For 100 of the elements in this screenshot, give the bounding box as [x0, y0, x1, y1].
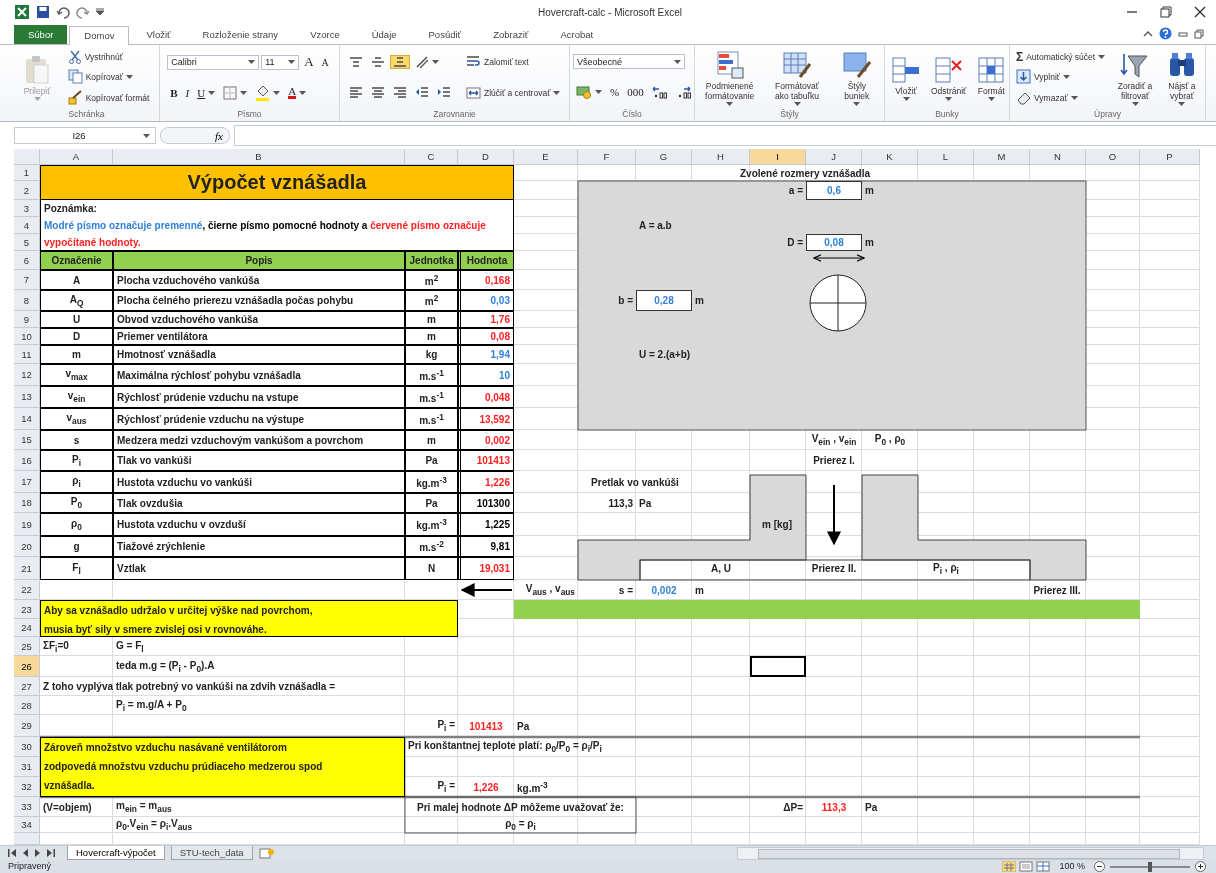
row-header[interactable]: 10	[14, 328, 40, 345]
help-icon[interactable]	[1159, 27, 1172, 40]
format-button[interactable]: A	[318, 54, 332, 70]
row-header[interactable]: 31	[14, 757, 40, 777]
format-button[interactable]: B	[167, 84, 181, 101]
ribbon-button[interactable]: Zoradiť a filtrovať	[1112, 47, 1158, 108]
ribbon-button[interactable]: Odstrániť	[928, 52, 970, 103]
format-button[interactable]: %	[607, 84, 623, 100]
column-header[interactable]: A	[40, 149, 113, 165]
ribbon-button[interactable]: Podmienené formátovanie	[698, 47, 762, 108]
row-header[interactable]: 26	[14, 656, 40, 677]
ribbon-button[interactable]: Kopírovať	[64, 67, 136, 87]
ribbon-button[interactable]: Vyplniť	[1013, 67, 1074, 87]
row-header[interactable]: 12	[14, 364, 40, 386]
column-header[interactable]: L	[918, 149, 974, 165]
column-header[interactable]: E	[514, 149, 578, 165]
ribbon-button[interactable]: Vymazať	[1013, 88, 1081, 108]
row-header[interactable]: 24	[14, 619, 40, 637]
page-break-icon[interactable]	[1036, 861, 1051, 872]
ribbon-tab[interactable]: Acrobat	[545, 25, 609, 44]
row-header[interactable]: 15	[14, 430, 40, 450]
row-header[interactable]: 9	[14, 311, 40, 328]
format-button[interactable]: I	[182, 84, 193, 101]
row-header[interactable]: 21	[14, 557, 40, 580]
ribbon-tab[interactable]: Domov	[69, 26, 130, 45]
row-header[interactable]: 2	[14, 181, 40, 200]
column-header[interactable]: H	[692, 149, 750, 165]
ribbon-button[interactable]: Formátovať ako tabuľku	[765, 47, 829, 108]
name-box[interactable]: I26	[14, 127, 156, 144]
ribbon-button[interactable]: Vystrihnúť	[64, 47, 126, 66]
row-header[interactable]: 29	[14, 715, 40, 737]
ribbon-tab[interactable]: Súbor	[14, 25, 68, 44]
column-header[interactable]: N	[1030, 149, 1086, 165]
row-header[interactable]: 19	[14, 513, 40, 536]
column-header[interactable]: B	[113, 149, 405, 165]
row-header[interactable]: 6	[14, 251, 40, 270]
dropdown-field[interactable]: Všeobecné	[573, 54, 685, 69]
row-header[interactable]: 30	[14, 737, 40, 757]
row-header[interactable]: 33	[14, 797, 40, 817]
zoom-level[interactable]: 100 %	[1059, 860, 1085, 873]
formula-field[interactable]	[234, 125, 1216, 146]
column-header[interactable]: C	[405, 149, 458, 165]
row-header[interactable]: 13	[14, 386, 40, 408]
ribbon-button[interactable]: Nájsť a vybrať	[1161, 47, 1202, 108]
row-header[interactable]: 5	[14, 234, 40, 251]
ribbon-button[interactable]: Vložiť	[888, 52, 924, 103]
next-sheet-icon[interactable]	[34, 849, 41, 857]
dropdown-field[interactable]: 11	[261, 54, 300, 70]
redo-icon[interactable]	[76, 5, 90, 19]
row-header[interactable]: 4	[14, 217, 40, 234]
column-header[interactable]: D	[458, 149, 514, 165]
ribbon-button[interactable]: Kopírovať formát	[64, 88, 153, 108]
scrollbar[interactable]	[737, 846, 1204, 860]
undo-icon[interactable]	[56, 5, 70, 19]
row-header[interactable]: 20	[14, 536, 40, 557]
row-header[interactable]: 7	[14, 270, 40, 290]
spreadsheet-icon[interactable]	[14, 4, 30, 20]
caret-icon[interactable]	[96, 8, 104, 16]
function-button[interactable]: fx	[209, 129, 229, 142]
ribbon-button[interactable]: Σ Automatický súčet	[1013, 47, 1109, 66]
ribbon-tab[interactable]: Vzorce	[295, 25, 355, 44]
row-header[interactable]: 17	[14, 471, 40, 493]
previous-sheet-icon[interactable]	[22, 849, 29, 857]
row-header[interactable]: 32	[14, 777, 40, 797]
last-sheet-icon[interactable]	[46, 849, 55, 857]
page-layout-icon[interactable]	[1019, 861, 1034, 872]
row-header[interactable]: 8	[14, 290, 40, 311]
row-header[interactable]: 34	[14, 817, 40, 833]
zoom-out-icon[interactable]	[1094, 861, 1105, 872]
sheet-tab[interactable]: STU-tech_data	[170, 846, 253, 860]
ribbon-tab[interactable]: Údaje	[356, 25, 412, 44]
row-header[interactable]: 1	[14, 165, 40, 181]
dropdown-field[interactable]: Calibri	[167, 54, 260, 70]
zoom-in-icon[interactable]	[1195, 861, 1206, 872]
column-header[interactable]: G	[636, 149, 692, 165]
column-header[interactable]: I	[750, 149, 806, 165]
format-button[interactable]: A	[285, 84, 310, 102]
row-header[interactable]: 11	[14, 345, 40, 364]
active-cell[interactable]	[750, 656, 806, 677]
first-sheet-icon[interactable]	[8, 849, 17, 857]
ribbon-tab[interactable]: Vložiť	[131, 25, 186, 44]
restore-icon[interactable]	[1194, 28, 1204, 39]
format-button[interactable]: U	[194, 84, 219, 101]
row-header[interactable]: 3	[14, 200, 40, 217]
row-header[interactable]: 22	[14, 580, 40, 600]
column-header[interactable]: O	[1086, 149, 1140, 165]
sheet-tab[interactable]: Hovercraft-výpočet	[67, 846, 165, 860]
ribbon-button[interactable]: Zalomiť text	[462, 53, 532, 72]
column-header[interactable]: M	[974, 149, 1030, 165]
ribbon-button[interactable]: Zlúčiť a centrovať	[462, 83, 564, 102]
row-header[interactable]: 27	[14, 677, 40, 696]
ribbon-tab[interactable]: Zobraziť	[478, 25, 544, 44]
column-header[interactable]: J	[806, 149, 862, 165]
format-button[interactable]: A	[301, 52, 317, 73]
row-header[interactable]: 28	[14, 696, 40, 715]
floppy-icon[interactable]	[36, 5, 50, 19]
close-icon[interactable]	[1194, 6, 1206, 18]
ribbon-button[interactable]: Štýly buniek	[832, 47, 881, 108]
ribbon-button[interactable]: Formát	[973, 52, 1010, 103]
row-header[interactable]: 23	[14, 600, 40, 619]
